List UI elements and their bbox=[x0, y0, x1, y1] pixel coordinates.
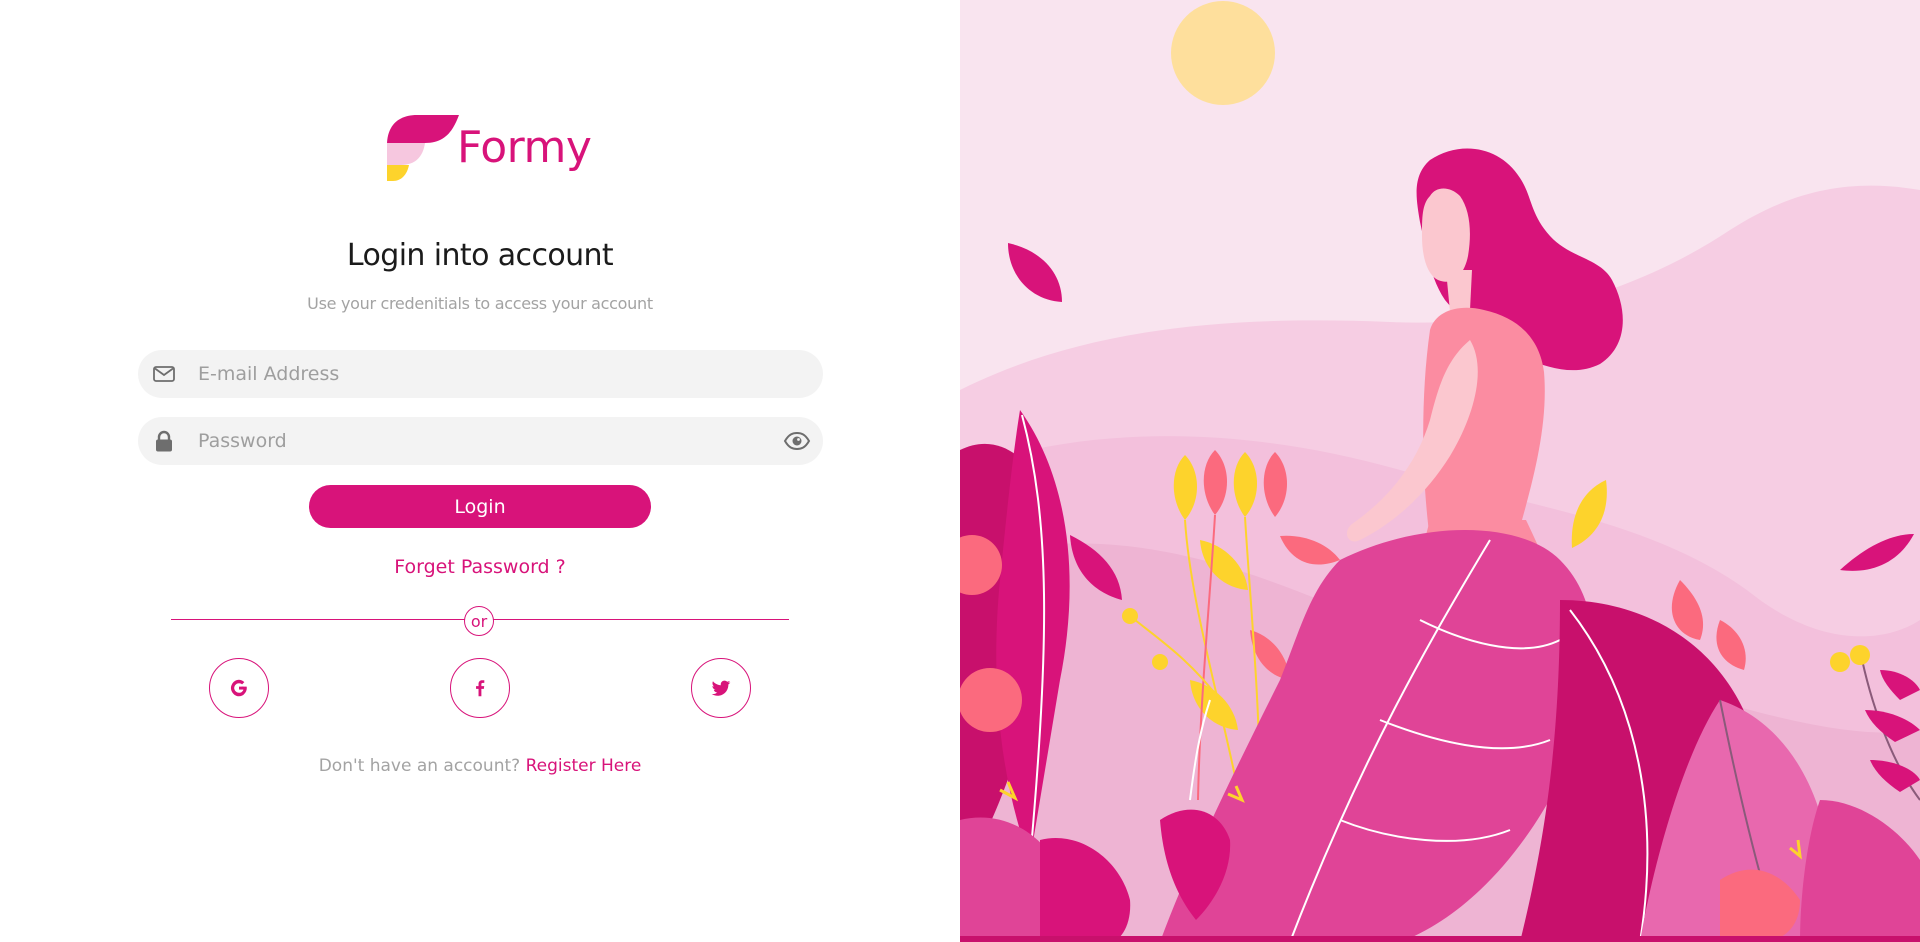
facebook-login-button[interactable] bbox=[450, 658, 510, 718]
formy-logo-icon bbox=[387, 115, 459, 181]
lock-icon bbox=[156, 430, 172, 452]
eye-icon[interactable] bbox=[783, 429, 811, 453]
brand-name: Formy bbox=[457, 122, 592, 173]
register-prompt-text: Don't have an account? bbox=[318, 756, 521, 776]
twitter-login-button[interactable] bbox=[691, 658, 751, 718]
google-icon bbox=[230, 679, 247, 697]
email-input[interactable] bbox=[198, 350, 758, 398]
google-login-button[interactable] bbox=[209, 658, 269, 718]
password-field-wrapper bbox=[138, 417, 823, 465]
register-prompt: Don't have an account? Register Here bbox=[0, 756, 960, 776]
page-subtitle: Use your credenitials to access your acc… bbox=[307, 294, 653, 313]
woman-in-flower-garden-illustration bbox=[960, 0, 1920, 942]
login-panel: Formy Login into account Use your creden… bbox=[0, 0, 960, 942]
facebook-icon bbox=[476, 680, 485, 697]
envelope-icon bbox=[153, 366, 175, 382]
password-input[interactable] bbox=[198, 417, 758, 465]
register-link[interactable]: Register Here bbox=[526, 756, 642, 776]
divider-or: or bbox=[464, 606, 494, 636]
sun-icon bbox=[1171, 1, 1275, 105]
brand-logo: Formy bbox=[383, 113, 592, 185]
login-page: Formy Login into account Use your creden… bbox=[0, 0, 1920, 942]
login-button[interactable]: Login bbox=[309, 485, 651, 528]
twitter-icon bbox=[711, 680, 731, 696]
forgot-password-link[interactable]: Forget Password ? bbox=[0, 556, 960, 578]
hero-illustration bbox=[960, 0, 1920, 942]
page-title: Login into account bbox=[346, 238, 614, 273]
email-field-wrapper bbox=[138, 350, 823, 398]
